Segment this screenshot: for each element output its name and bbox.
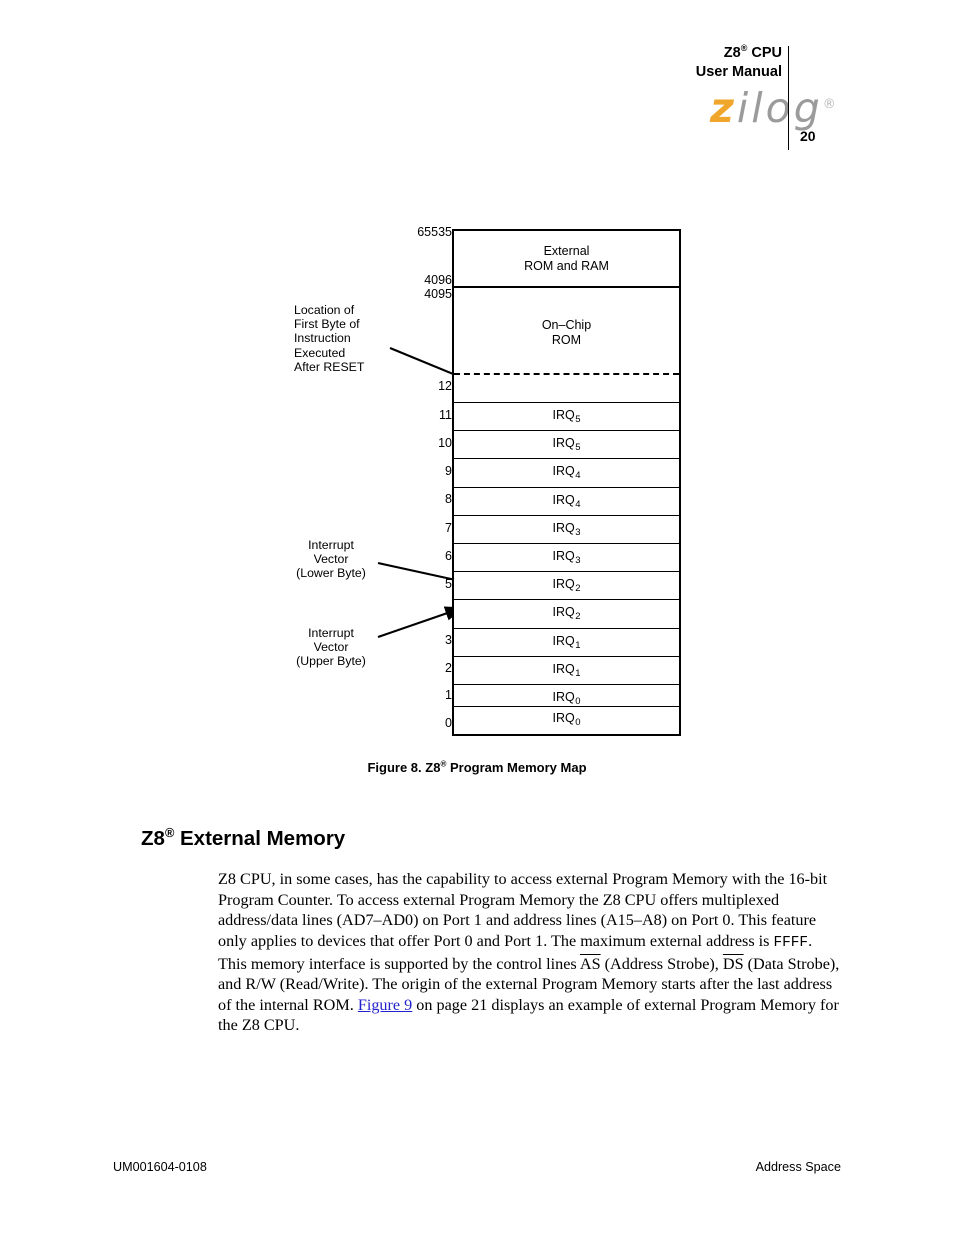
footer-chapter-name: Address Space	[755, 1160, 841, 1174]
band-external-line2: ROM and RAM	[524, 258, 609, 273]
registered-mark-icon: ®	[822, 97, 839, 112]
page-header: Z8® CPU User Manual zilog® 20	[600, 44, 890, 154]
irq-row: IRQ0	[454, 684, 679, 712]
irq-row: IRQ2	[454, 599, 679, 627]
address-label-0: 0	[445, 716, 452, 730]
zilog-logo-z: z	[710, 84, 737, 132]
page-number: 20	[800, 128, 816, 144]
manual-title-cpu: CPU	[747, 45, 782, 61]
arrow-upper-byte	[377, 606, 464, 638]
irq-row: IRQ5	[454, 430, 679, 458]
cross-reference-figure-9[interactable]: Figure 9	[358, 996, 412, 1014]
callout-interrupt-vector-lower: Interrupt Vector (Lower Byte)	[296, 538, 366, 581]
address-label-3: 3	[445, 633, 452, 647]
address-label-9: 9	[445, 464, 452, 478]
address-label-8: 8	[445, 492, 452, 506]
arrow-lower-byte	[377, 561, 477, 588]
callout-interrupt-vector-upper: Interrupt Vector (Upper Byte)	[296, 626, 366, 669]
address-label-5: 5	[445, 577, 452, 591]
irq-row: IRQ2	[454, 571, 679, 599]
irq-row: IRQ3	[454, 543, 679, 571]
memory-band-onchip-rom: On–Chip ROM	[454, 288, 679, 402]
irq-row: IRQ1	[454, 627, 679, 656]
address-label-7: 7	[445, 521, 452, 535]
onchip-rom-dashed-divider	[454, 373, 679, 375]
address-label-65535: 65535	[417, 225, 452, 239]
irq-row: IRQ3	[454, 514, 679, 543]
irq-row: IRQ0	[454, 705, 679, 734]
irq-row: IRQ5	[454, 402, 679, 430]
manual-title-line1: Z8® CPU	[696, 44, 782, 63]
address-label-11: 11	[439, 408, 452, 422]
footer-document-id: UM001604-0108	[113, 1160, 207, 1174]
figure-caption: Figure 8. Z8® Program Memory Map	[367, 759, 587, 775]
address-value-ffff: FFFF	[773, 934, 809, 951]
paragraph-part1: Z8 CPU, in some cases, has the capabilit…	[218, 870, 828, 950]
zilog-logo-ilog: ilog	[736, 84, 823, 132]
band-onchip-line1: On–Chip	[541, 318, 592, 332]
address-label-4096: 4096	[424, 273, 452, 287]
callout-reset-location: Location of First Byte of Instruction Ex…	[294, 303, 365, 374]
address-label-4095: 4095	[424, 287, 452, 301]
manual-title-z8: Z8	[723, 45, 741, 61]
irq-row: IRQ1	[454, 655, 679, 684]
signal-name-ds: DS	[722, 954, 744, 973]
registered-mark-icon: ®	[440, 759, 447, 769]
address-label-4: 4	[445, 605, 452, 619]
paragraph-part3: (Address Strobe),	[600, 954, 723, 973]
memory-band-external: External ROM and RAM	[454, 231, 679, 288]
memory-map-box: External ROM and RAM On–Chip ROM IRQ5 IR…	[452, 229, 681, 736]
band-onchip-line2: ROM	[551, 333, 582, 347]
address-label-2: 2	[445, 661, 452, 675]
address-label-1: 1	[445, 688, 452, 702]
page-footer: UM001604-0108 Address Space	[113, 1160, 841, 1178]
registered-mark-icon: ®	[164, 825, 175, 841]
manual-title-line2: User Manual	[695, 64, 782, 80]
band-external-line1: External	[543, 243, 590, 258]
signal-name-as: AS	[579, 954, 601, 973]
section-heading: Z8® External Memory	[141, 825, 346, 850]
zilog-logo: zilog®	[710, 88, 839, 129]
address-label-6: 6	[445, 549, 452, 563]
address-label-10: 10	[438, 436, 452, 450]
arrow-reset-location	[389, 347, 477, 384]
header-divider	[788, 46, 789, 150]
manual-title: Z8® CPU User Manual	[696, 44, 782, 82]
irq-row: IRQ4	[454, 486, 679, 515]
address-label-12: 12	[438, 379, 452, 393]
body-paragraph: Z8 CPU, in some cases, has the capabilit…	[218, 869, 840, 1036]
irq-row: IRQ4	[454, 458, 679, 486]
